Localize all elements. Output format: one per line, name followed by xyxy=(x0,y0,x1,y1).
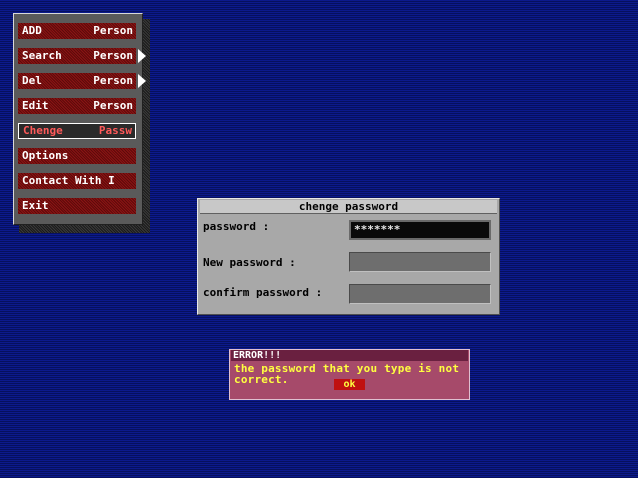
menu-item-contact[interactable]: Contact With I xyxy=(18,173,136,189)
menu-item-label-2: Person xyxy=(93,24,133,37)
error-dialog: ERROR!!! the password that you type is n… xyxy=(229,349,470,400)
menu-item-label: Options xyxy=(22,149,69,162)
menu-item-label: Contact With I xyxy=(22,174,115,187)
dialog-title: chenge password xyxy=(200,200,497,214)
new-password-label: New password : xyxy=(203,256,296,269)
menu-item-options[interactable]: Options xyxy=(18,148,136,164)
password-field[interactable]: ******* xyxy=(349,220,491,240)
menu-item-label-2: Person xyxy=(93,49,133,62)
menu-item-label-2: Person xyxy=(93,99,133,112)
menu-item-label: ADD xyxy=(22,24,42,37)
change-password-dialog: chenge password password : ******* New p… xyxy=(197,198,500,315)
password-label: password : xyxy=(203,220,270,233)
confirm-password-label: confirm password : xyxy=(203,286,323,299)
menu-item-label: Chenge xyxy=(23,124,63,137)
menu-item-label: Edit xyxy=(22,99,49,112)
menu-item-change-password[interactable]: Chenge Passw xyxy=(18,123,136,139)
menu-item-label-2: Person xyxy=(93,74,133,87)
menu-item-del-person[interactable]: Del Person xyxy=(18,73,146,89)
menu-item-label: Del xyxy=(22,74,42,87)
menu-item-label: Exit xyxy=(22,199,49,212)
menu-item-exit[interactable]: Exit xyxy=(18,198,136,214)
ok-button[interactable]: ok xyxy=(334,379,365,390)
menu-item-label-2: Passw xyxy=(98,124,132,137)
submenu-arrow-icon xyxy=(138,74,146,88)
error-title: ERROR!!! xyxy=(231,350,468,361)
menu-item-edit-person[interactable]: Edit Person xyxy=(18,98,136,114)
confirm-password-field[interactable] xyxy=(349,284,491,304)
main-menu: ADD Person Search Person Del Person Edit… xyxy=(13,13,146,225)
menu-item-label: Search xyxy=(22,49,62,62)
new-password-field[interactable] xyxy=(349,252,491,272)
menu-item-search-person[interactable]: Search Person xyxy=(18,48,146,64)
menu-item-add-person[interactable]: ADD Person xyxy=(18,23,136,39)
submenu-arrow-icon xyxy=(138,49,146,63)
